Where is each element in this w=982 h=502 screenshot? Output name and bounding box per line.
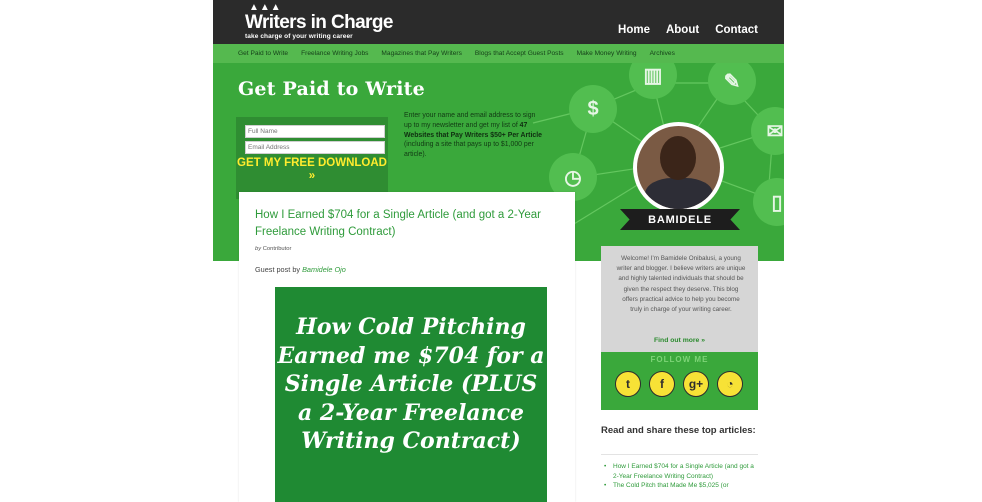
rss-icon[interactable]: ◔ xyxy=(717,371,743,397)
post-byline: by Contributor xyxy=(255,246,291,252)
subnav-guest-posts[interactable]: Blogs that Accept Guest Posts xyxy=(475,50,564,57)
pitch-text-end: (including a site that pays up to $1,000… xyxy=(404,141,534,159)
featured-image: How Cold Pitching Earned me $704 for a S… xyxy=(275,287,547,502)
logo-name: Writers in Charge xyxy=(245,12,393,33)
free-download-button[interactable]: GET MY FREE DOWNLOAD » xyxy=(236,157,388,183)
subnav-freelance-jobs[interactable]: Freelance Writing Jobs xyxy=(301,50,368,57)
crown-icon: ▲▲▲ xyxy=(249,2,282,13)
post-title[interactable]: How I Earned $704 for a Single Article (… xyxy=(255,207,555,241)
follow-me-panel: FOLLOW ME t f g+ ◔ xyxy=(601,352,758,410)
guest-prefix: Guest post by xyxy=(255,265,303,274)
top-article-link[interactable]: The Cold Pitch that Made Me $5,025 (or xyxy=(601,481,758,491)
divider xyxy=(601,454,758,455)
google-plus-icon[interactable]: g+ xyxy=(683,371,709,397)
signup-pitch: Enter your name and email address to sig… xyxy=(404,111,542,160)
page-wrapper: ▲▲▲ Writers in Charge take charge of you… xyxy=(213,0,784,502)
subnav-archives[interactable]: Archives xyxy=(650,50,675,57)
site-logo[interactable]: ▲▲▲ Writers in Charge take charge of you… xyxy=(245,2,393,40)
full-name-input[interactable] xyxy=(245,125,385,138)
hero-title: Get Paid to Write xyxy=(238,78,425,100)
nav-home[interactable]: Home xyxy=(618,24,650,36)
money-icon: $ xyxy=(569,85,617,133)
twitter-icon[interactable]: t xyxy=(615,371,641,397)
follow-me-label: FOLLOW ME xyxy=(650,355,709,364)
find-out-more-link[interactable]: Find out more » xyxy=(601,337,758,344)
author-bio-text: Welcome! I'm Bamidele Onibalusi, a young… xyxy=(616,255,746,314)
nav-about[interactable]: About xyxy=(666,24,699,36)
author-bio-card: Welcome! I'm Bamidele Onibalusi, a young… xyxy=(601,246,758,410)
top-articles-heading: Read and share these top articles: xyxy=(601,425,756,436)
top-bar: ▲▲▲ Writers in Charge take charge of you… xyxy=(213,0,784,44)
byline-prefix: by xyxy=(255,246,262,252)
author-name-ribbon: BAMIDELE xyxy=(620,209,740,230)
signup-form: GET MY FREE DOWNLOAD » xyxy=(236,117,388,199)
category-nav: Get Paid to Write Freelance Writing Jobs… xyxy=(213,44,784,63)
featured-image-text: How Cold Pitching Earned me $704 for a S… xyxy=(277,314,545,454)
nav-contact[interactable]: Contact xyxy=(715,24,758,36)
guest-post-credit: Guest post by Bamidele Ojo xyxy=(255,265,346,274)
facebook-icon[interactable]: f xyxy=(649,371,675,397)
top-articles-list: How I Earned $704 for a Single Article (… xyxy=(601,462,758,491)
subnav-magazines[interactable]: Magazines that Pay Writers xyxy=(381,50,462,57)
logo-tagline: take charge of your writing career xyxy=(245,33,353,40)
subnav-make-money[interactable]: Make Money Writing xyxy=(577,50,637,57)
byline-author[interactable]: Contributor xyxy=(263,246,292,252)
author-photo xyxy=(637,126,720,209)
guest-author-link[interactable]: Bamidele Ojo xyxy=(302,265,346,274)
author-avatar xyxy=(633,122,724,213)
top-article-link[interactable]: How I Earned $704 for a Single Article (… xyxy=(601,462,758,481)
email-input[interactable] xyxy=(245,141,385,154)
article-content: How I Earned $704 for a Single Article (… xyxy=(239,192,575,502)
top-nav: Home About Contact xyxy=(618,24,758,36)
pitch-text-start: Enter your name and email address to sig… xyxy=(404,112,536,129)
subnav-get-paid[interactable]: Get Paid to Write xyxy=(238,50,288,57)
